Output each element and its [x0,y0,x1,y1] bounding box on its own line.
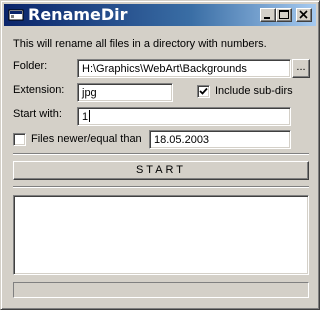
folder-input[interactable]: H:\Graphics\WebArt\Backgrounds [77,59,291,78]
extension-label: Extension: [13,84,65,96]
start-with-value: 1 [82,111,89,123]
close-icon [299,10,308,19]
include-subdirs-label[interactable]: Include sub-dirs [215,84,293,98]
app-window-icon[interactable] [8,8,24,22]
start-with-label: Start with: [13,108,62,120]
include-subdirs-checkbox[interactable] [197,85,210,98]
maximize-icon [279,10,289,19]
folder-label: Folder: [13,60,48,72]
maximize-button[interactable] [276,8,292,22]
extension-value: jpg [82,87,97,99]
title-bar[interactable]: RenameDir [4,4,316,26]
browse-folder-button[interactable]: ... [292,59,310,78]
files-newer-label[interactable]: Files newer/equal than [31,132,142,146]
progress-bar [13,282,309,298]
start-button[interactable]: START [13,161,309,180]
files-newer-date-value: 18.05.2003 [154,134,210,146]
window-title: RenameDir [28,5,128,24]
separator-top [13,153,309,155]
folder-value: H:\Graphics\WebArt\Backgrounds [82,63,247,75]
separator-bottom [13,186,309,188]
start-button-label: START [135,164,187,176]
minimize-icon [264,17,270,19]
renamedir-window: RenameDir This will rename all files in … [0,0,320,310]
start-with-input[interactable]: 1 [77,107,291,126]
files-newer-date-input[interactable]: 18.05.2003 [149,130,291,149]
text-caret [89,110,91,122]
intro-text: This will rename all files in a director… [13,38,267,50]
close-button[interactable] [296,8,312,22]
checkmark-icon [199,87,208,95]
browse-folder-label: ... [296,61,306,73]
extension-input[interactable]: jpg [77,83,173,102]
files-newer-checkbox[interactable] [13,133,26,146]
minimize-button[interactable] [260,8,276,22]
log-listbox[interactable] [13,195,309,275]
